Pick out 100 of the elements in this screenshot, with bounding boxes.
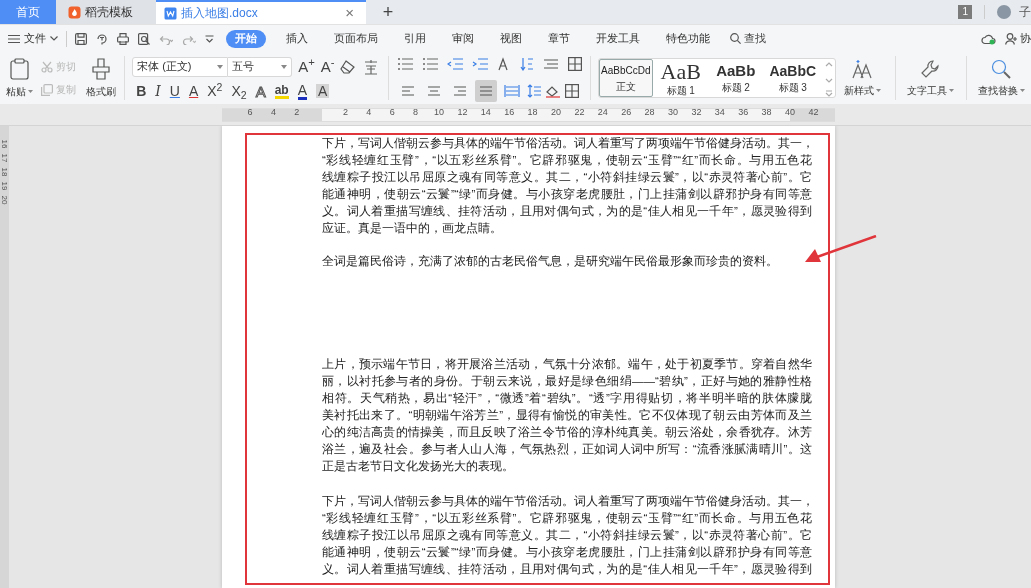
ruler-number: 20	[551, 108, 561, 117]
menu-tab[interactable]: 章节	[542, 30, 576, 47]
font-size-field[interactable]: 五号	[228, 56, 293, 77]
new-tab-button[interactable]: +	[366, 0, 410, 24]
ruler-number: 36	[738, 108, 749, 117]
paint-bucket-icon[interactable]	[544, 84, 561, 98]
ruler-number: 4	[366, 108, 372, 117]
print-icon[interactable]	[117, 32, 129, 45]
ruler-number: 42	[808, 108, 819, 117]
ruler-number: 28	[644, 108, 655, 117]
ruler-number: 16	[504, 108, 515, 117]
menu-tab[interactable]: 插入	[280, 30, 314, 47]
ruler-number: 26	[621, 108, 632, 117]
caret-icon	[28, 89, 33, 93]
clipboard-icon	[9, 57, 30, 80]
border-icon[interactable]	[564, 84, 579, 98]
bold-button[interactable]: B	[136, 84, 147, 98]
cloud-icon[interactable]	[981, 32, 997, 45]
character-shading-button[interactable]: A	[316, 84, 330, 98]
dropdown-icon[interactable]	[205, 34, 214, 43]
numbered-list-icon[interactable]	[421, 57, 438, 71]
menu-tab[interactable]: 引用	[398, 30, 432, 47]
flame-icon	[68, 5, 81, 19]
paste-button[interactable]: 粘贴	[6, 57, 33, 99]
document-icon	[164, 6, 177, 20]
shrink-font-button[interactable]: A$^{-}$	[320, 59, 335, 74]
subscript-button[interactable]: X$_{2}$	[231, 84, 247, 98]
save-icon[interactable]	[75, 32, 87, 45]
style-option[interactable]: AaBbC 标题 3	[762, 59, 823, 97]
align-right-icon	[451, 83, 468, 99]
document-tab[interactable]: 稻壳模板	[56, 0, 156, 24]
ruler-number: 16	[0, 139, 9, 149]
scissors-icon	[41, 60, 53, 73]
file-menu[interactable]: 文件	[8, 30, 66, 47]
bulleted-list-icon[interactable]	[396, 57, 413, 71]
align-center-icon	[425, 83, 442, 99]
increase-indent-icon[interactable]	[471, 57, 488, 71]
highlight-button[interactable]: ab	[274, 83, 289, 99]
style-option[interactable]: AaBbCcDd 正文	[598, 59, 653, 97]
ruler-number: 6	[389, 108, 395, 117]
distribute-icon	[503, 83, 520, 99]
menu-tab[interactable]: 视图	[494, 30, 528, 47]
text-tools-button[interactable]: 文字工具	[900, 58, 960, 98]
paragraph: 全词是篇民俗诗，充满了浓郁的古老民俗气息，是研究端午民俗最形象而珍贵的资料。	[322, 254, 779, 269]
ruler-number: 2	[342, 108, 348, 117]
superscript-button[interactable]: X$^{2}$	[207, 84, 223, 98]
line-spacing-icon[interactable]	[542, 57, 559, 71]
format-painter-button[interactable]: 格式刷	[86, 57, 116, 99]
table-icon[interactable]	[567, 57, 582, 71]
style-option[interactable]: AaB 标题 1	[652, 59, 709, 97]
ruler-number: 34	[714, 108, 725, 117]
menu-icon	[8, 33, 20, 44]
ruler-number: 40	[785, 108, 795, 117]
caret-icon	[1020, 88, 1025, 92]
decrease-indent-icon[interactable]	[446, 57, 463, 71]
search-button[interactable]: 查找	[730, 30, 766, 47]
paragraph: 上片，预示端午节日，将开展浴兰活动，气氛十分浓郁。端午，处于初夏季节。穿着自然华 丽，以衬托参与者的身份。于朝云来说，最好是绿色细绢——“碧纨”，正好与她的雅静性格 相符。天气稍热，易出“轻汗”，“微透”着“碧纨”。“透”字用得贴切，将半明半暗的肤体朦胧 美衬托出来了。“明朝端午浴芳兰”，显得有愉悦的审美性。它不仅体现了朝云由芳体而及兰 心的纯洁高贵的情操美，而且反映了浴兰令节俗的淳朴纯真美。朝云浴处，余香犹存。沐芳 浴兰，遍及社会。参与者人山人海，气氛热烈，正如词人词中所写：“流香涨腻满晴川”。这 正是古老节日文化发扬光大的表现。	[322, 357, 812, 474]
ruler-number: 24	[597, 108, 608, 117]
underline-button[interactable]: U	[169, 84, 180, 98]
menu-tab[interactable]: 页面布局	[328, 30, 384, 47]
person-add-icon	[1005, 32, 1017, 45]
menu-tab[interactable]: 审阅	[446, 30, 480, 47]
menu-tab[interactable]: 特色功能	[660, 30, 716, 47]
find-replace-button[interactable]: 查找替换	[972, 58, 1031, 98]
account-name[interactable]: 子	[1019, 3, 1031, 21]
sort-icon[interactable]	[519, 57, 534, 71]
ruler-number: 18	[0, 167, 9, 177]
font-name-field[interactable]: 宋体 (正文)	[132, 56, 229, 77]
grow-font-button[interactable]: A$^{+}$	[298, 59, 315, 74]
collaborate-button[interactable]: 协	[1005, 30, 1031, 47]
caret-icon	[948, 88, 954, 92]
align-left-icon	[399, 83, 416, 99]
paragraph: 下片，写词人偕朝云参与具体的端午节俗活动。词人着重写了两项端午节俗健身活动。其一， “彩线轻缠红玉臂”，“以五彩丝系臂”。它辟邪驱鬼，使朝云“玉臂”“红”而长命。与用五色花 线缠粽子投江以吊屈原之魂有同等意义。其二，“小符斜挂绿云鬟”，以“赤灵符著心前”。它 能通神明，使朝云“云鬟”“绿”而身健。与小孩穿老虎腰肚，门上挂蒲剑以辟邪护身有同等意 义。词人着重描写缠线、挂符活动，且用对偶句式，为的是“佳人相见一千年”，愿灵验得到	[322, 494, 812, 577]
italic-button[interactable]: I	[155, 84, 161, 98]
notification-badge: 1	[958, 5, 972, 19]
ruler-number: 20	[0, 195, 9, 205]
ruler-number: 14	[480, 108, 491, 117]
menu-tab[interactable]: 开发工具	[590, 30, 646, 47]
font-color-button[interactable]: A	[297, 82, 307, 100]
caret-icon	[50, 36, 58, 41]
strikethrough-button[interactable]: A	[188, 84, 199, 98]
search-icon	[730, 33, 741, 44]
document-tab[interactable]: 插入地图.docx ×	[156, 0, 366, 24]
new-style-button[interactable]: 新样式	[835, 58, 889, 98]
justify-button[interactable]	[474, 80, 497, 102]
line-spacing-icon[interactable]	[526, 84, 541, 98]
print-preview-icon[interactable]	[138, 32, 150, 45]
ruler-number: 8	[413, 108, 419, 117]
wrench-icon	[920, 58, 941, 79]
ruler-number: 10	[434, 108, 444, 117]
justify-icon	[477, 83, 494, 99]
style-option[interactable]: AaBb 标题 2	[708, 59, 763, 97]
ruler-number: 12	[457, 108, 468, 117]
ruler-number: 30	[668, 108, 678, 117]
eraser-icon[interactable]	[340, 59, 357, 74]
avatar[interactable]	[997, 5, 1011, 19]
text-effect-button[interactable]: A	[255, 83, 266, 99]
caret-icon	[217, 64, 224, 69]
close-tab-button[interactable]: ×	[341, 1, 358, 25]
ruler-number: 4	[270, 108, 276, 117]
